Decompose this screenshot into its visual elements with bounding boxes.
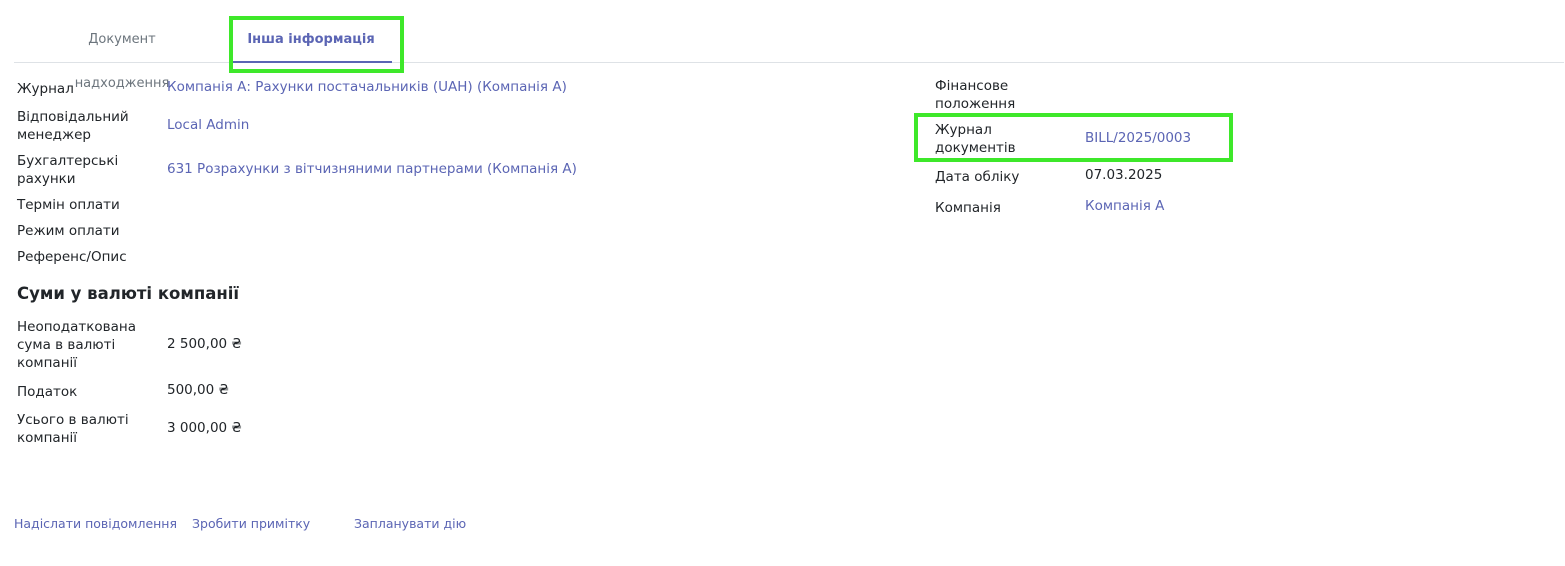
total-label: Усього в валюті компанії xyxy=(17,411,129,447)
doc-journal-value[interactable]: BILL/2025/0003 xyxy=(1085,129,1191,147)
accounting-date-label: Дата обліку xyxy=(935,169,1020,185)
journal-label: Журнал xyxy=(17,81,74,97)
reference-label: Референс/Опис xyxy=(17,249,127,265)
log-note-button[interactable]: Зробити примітку xyxy=(192,516,310,531)
tab-other-info[interactable]: Інша інформація xyxy=(230,18,392,63)
untaxed-label-line3: компанії xyxy=(17,355,78,371)
accounts-label-line1: Бухгалтерські xyxy=(17,153,119,169)
untaxed-label-line1: Неоподаткована xyxy=(17,319,137,335)
doc-journal-label-line2: документів xyxy=(935,140,1016,156)
amounts-section-title: Суми у валюті компанії xyxy=(17,284,240,303)
doc-journal-label: Журнал документів xyxy=(935,121,1016,157)
company-value[interactable]: Компанія А xyxy=(1085,197,1164,215)
total-label-line1: Усього в валюті xyxy=(17,412,129,428)
reference-field[interactable] xyxy=(167,248,467,266)
manager-label: Відповідальний менеджер xyxy=(17,108,129,144)
schedule-activity-button[interactable]: Запланувати дію xyxy=(354,516,466,531)
doc-journal-label-line1: Журнал xyxy=(935,122,992,138)
notebook-tabs: Документ надходження Інша інформація xyxy=(14,18,1564,91)
payment-mode-field[interactable] xyxy=(167,222,467,240)
fiscal-position-field[interactable] xyxy=(1085,86,1385,104)
fiscal-position-label: Фінансове положення xyxy=(935,77,1015,113)
manager-value[interactable]: Local Admin xyxy=(167,116,249,134)
tab-receipt-document[interactable]: Документ надходження xyxy=(44,18,200,91)
payment-term-label: Термін оплати xyxy=(17,197,120,213)
manager-label-line1: Відповідальний xyxy=(17,109,129,125)
payment-term-field[interactable] xyxy=(167,196,467,214)
untaxed-label-line2: сума в валюті xyxy=(17,337,116,353)
company-label: Компанія xyxy=(935,200,1001,216)
tax-label: Податок xyxy=(17,384,78,400)
total-label-line2: компанії xyxy=(17,430,78,446)
manager-label-line2: менеджер xyxy=(17,127,91,143)
accounts-label-line2: рахунки xyxy=(17,171,76,187)
untaxed-value: 2 500,00 ₴ xyxy=(167,336,242,352)
untaxed-label: Неоподаткована сума в валюті компанії xyxy=(17,318,136,372)
send-message-button[interactable]: Надіслати повідомлення xyxy=(14,516,177,531)
payment-mode-label: Режим оплати xyxy=(17,223,120,239)
accounting-date-value[interactable]: 07.03.2025 xyxy=(1085,166,1162,184)
accounts-label: Бухгалтерські рахунки xyxy=(17,152,118,188)
fiscal-position-label-line2: положення xyxy=(935,96,1016,112)
fiscal-position-label-line1: Фінансове xyxy=(935,78,1009,94)
accounts-value[interactable]: 631 Розрахунки з вітчизняними партнерами… xyxy=(167,160,577,178)
tax-value: 500,00 ₴ xyxy=(167,382,229,398)
form-view: Документ надходження Інша інформація Жур… xyxy=(0,0,1565,566)
journal-value[interactable]: Компанія А: Рахунки постачальників (UAH)… xyxy=(167,78,567,96)
total-value: 3 000,00 ₴ xyxy=(167,420,242,436)
